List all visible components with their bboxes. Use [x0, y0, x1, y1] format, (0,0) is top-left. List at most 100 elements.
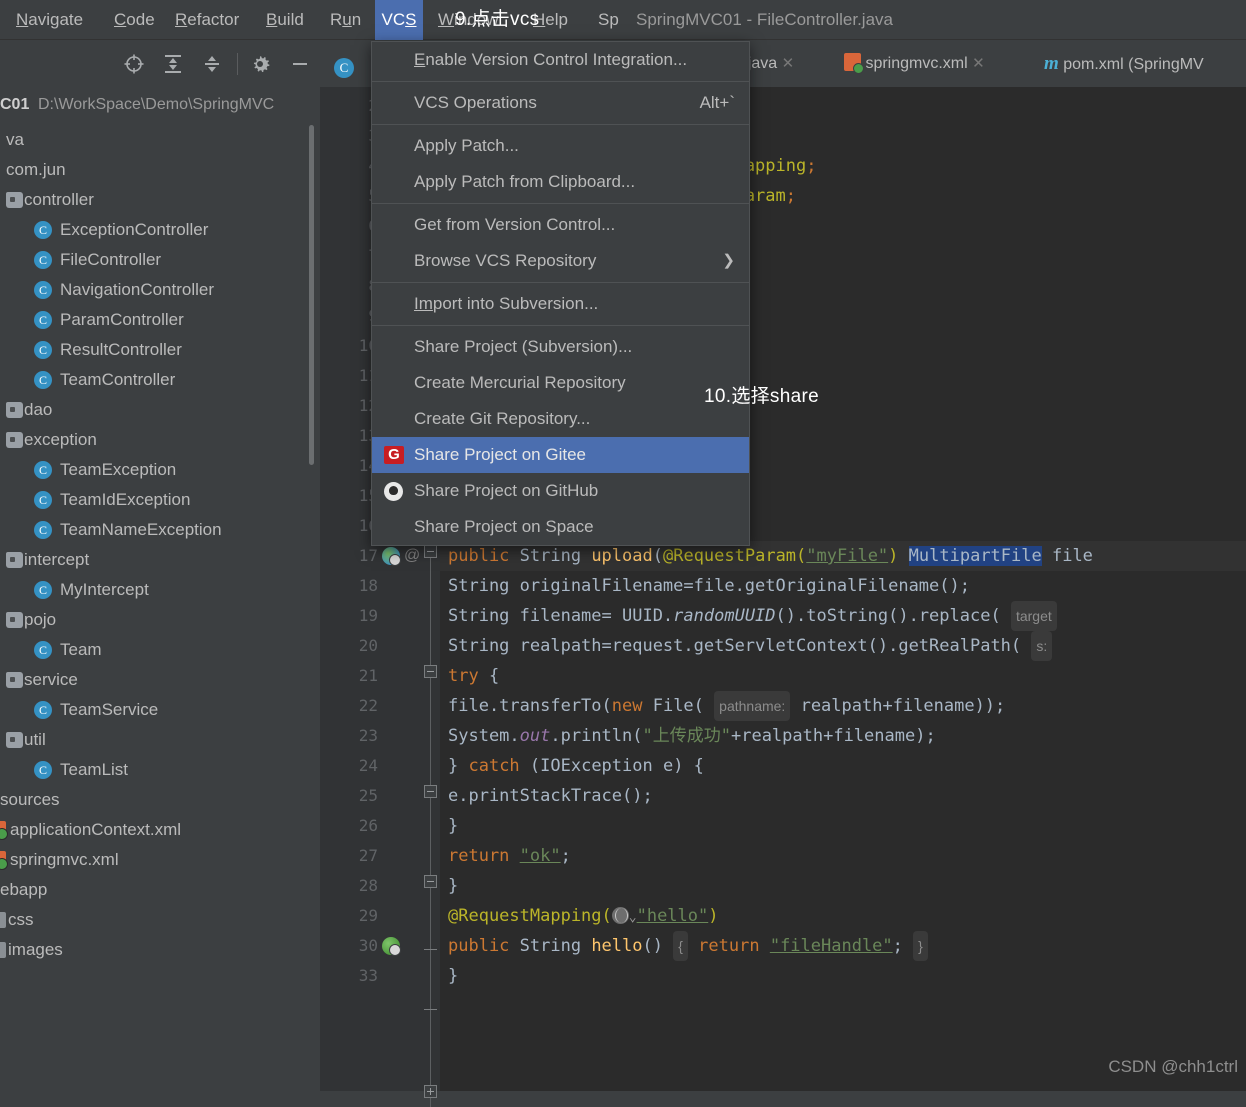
tree-item[interactable]: springmvc.xml	[0, 845, 320, 875]
tree-item[interactable]: CTeam	[0, 635, 320, 665]
vcs-menu-item[interactable]: Share Project (Subversion)...	[372, 329, 749, 365]
tree-item[interactable]: ebapp	[0, 875, 320, 905]
fold-toggle[interactable]	[424, 875, 437, 888]
minimize-icon[interactable]	[288, 52, 312, 76]
code-line[interactable]: String filename= UUID.randomUUID().toStr…	[440, 601, 1057, 631]
tree-item-label: FileController	[60, 245, 161, 275]
tree-item-label: sources	[0, 785, 60, 815]
chevron-down-icon[interactable]: ⌄	[629, 910, 637, 925]
collapse-all-icon[interactable]	[200, 52, 224, 76]
gear-icon[interactable]	[248, 52, 272, 76]
editor-tab-2[interactable]: springmvc.xml ✕	[844, 41, 985, 87]
tree-item[interactable]: applicationContext.xml	[0, 815, 320, 845]
code-line[interactable]: } catch (IOException e) {	[440, 751, 704, 781]
vcs-menu-item[interactable]: Browse VCS Repository❯	[372, 243, 749, 279]
java-class-icon: C	[34, 701, 52, 719]
fold-toggle[interactable]	[424, 785, 437, 798]
vcs-menu-item-label: Share Project on Space	[414, 517, 594, 536]
menu-item-build[interactable]: Build	[256, 0, 314, 40]
vcs-menu-item[interactable]: Create Mercurial Repository	[372, 365, 749, 401]
menu-item-navigate[interactable]: Navigate	[6, 0, 93, 40]
tree-item-label: ResultController	[60, 335, 182, 365]
code-line[interactable]: file.transferTo(new File( pathname: real…	[440, 691, 1005, 721]
tree-item[interactable]: CTeamList	[0, 755, 320, 785]
tree-item[interactable]: CFileController	[0, 245, 320, 275]
fold-end[interactable]	[424, 1009, 437, 1016]
tree-item-label: applicationContext.xml	[10, 815, 181, 845]
chevron-right-icon: ❯	[722, 243, 735, 279]
vcs-menu-item[interactable]: Apply Patch from Clipboard...	[372, 164, 749, 200]
fold-toggle-expand[interactable]	[424, 1085, 437, 1098]
tree-scrollbar[interactable]	[309, 125, 314, 465]
vcs-dropdown-menu[interactable]: Enable Version Control Integration... VCS…	[371, 41, 750, 546]
tree-item-label: Team	[60, 635, 102, 665]
vcs-menu-item[interactable]: Create Git Repository...	[372, 401, 749, 437]
tree-item[interactable]: CResultController	[0, 335, 320, 365]
line-number: 22	[332, 691, 378, 721]
vcs-menu-item-label: Import into Subversion...	[414, 294, 598, 313]
vcs-menu-item[interactable]: GShare Project on Gitee	[372, 437, 749, 473]
vcs-menu-item[interactable]: Share Project on GitHub	[372, 473, 749, 509]
tree-item[interactable]: va	[0, 125, 320, 155]
tree-item[interactable]: images	[0, 935, 320, 965]
code-line[interactable]: System.out.println("上传成功"+realpath+filen…	[440, 721, 936, 751]
locate-target-icon[interactable]	[122, 52, 146, 76]
folded-brace[interactable]: }	[913, 931, 928, 961]
vcs-menu-item[interactable]: Apply Patch...	[372, 128, 749, 164]
tree-item[interactable]: service	[0, 665, 320, 695]
editor-tab-3[interactable]: m pom.xml (SpringMV	[1044, 41, 1204, 87]
tree-item[interactable]: CMyIntercept	[0, 575, 320, 605]
fold-toggle[interactable]	[424, 545, 437, 558]
fold-end[interactable]	[424, 949, 437, 956]
vcs-menu-item[interactable]: Get from Version Control...	[372, 207, 749, 243]
tree-item[interactable]: com.jun	[0, 155, 320, 185]
menu-item-refactor[interactable]: Refactor	[165, 0, 249, 40]
code-line[interactable]: e.printStackTrace();	[440, 781, 653, 811]
tree-item[interactable]: intercept	[0, 545, 320, 575]
tree-item[interactable]: CNavigationController	[0, 275, 320, 305]
tree-item[interactable]: controller	[0, 185, 320, 215]
tree-item[interactable]: sources	[0, 785, 320, 815]
vcs-menu-item[interactable]: Import into Subversion...	[372, 286, 749, 322]
folded-brace[interactable]: {	[673, 931, 688, 961]
project-tree[interactable]: vacom.juncontrollerCExceptionControllerC…	[0, 125, 320, 1091]
tree-item[interactable]: CTeamException	[0, 455, 320, 485]
tree-item[interactable]: CTeamNameException	[0, 515, 320, 545]
tree-item[interactable]: exception	[0, 425, 320, 455]
web-reference-icon[interactable]	[612, 907, 629, 924]
menu-item-vcs[interactable]: VCS	[375, 0, 423, 40]
code-line[interactable]: }	[440, 871, 458, 901]
tree-item[interactable]: CTeamController	[0, 365, 320, 395]
vcs-menu-item[interactable]: Share Project on Space	[372, 509, 749, 545]
tree-item[interactable]: CTeamIdException	[0, 485, 320, 515]
tree-item[interactable]: CExceptionController	[0, 215, 320, 245]
menu-item-sp[interactable]: Sp	[588, 0, 629, 40]
code-line[interactable]: public String hello() { return "fileHand…	[440, 931, 928, 961]
code-line[interactable]: String originalFilename=file.getOriginal…	[440, 571, 970, 601]
code-line[interactable]: }	[440, 961, 458, 991]
close-icon[interactable]: ✕	[782, 55, 795, 72]
fold-toggle[interactable]	[424, 665, 437, 678]
tree-item[interactable]: CTeamService	[0, 695, 320, 725]
code-line[interactable]: String realpath=request.getServletContex…	[440, 631, 1052, 661]
tree-item[interactable]: css	[0, 905, 320, 935]
tree-item[interactable]: dao	[0, 395, 320, 425]
tree-item[interactable]: util	[0, 725, 320, 755]
editor-tab-0[interactable]: C	[334, 41, 354, 87]
tree-item[interactable]: CParamController	[0, 305, 320, 335]
code-line[interactable]: return "ok";	[440, 841, 571, 871]
close-icon[interactable]: ✕	[972, 55, 985, 72]
tree-item[interactable]: pojo	[0, 605, 320, 635]
vcs-menu-item[interactable]: Enable Version Control Integration...	[372, 42, 749, 78]
menu-item-code[interactable]: Code	[104, 0, 165, 40]
code-line[interactable]: try {	[440, 661, 499, 691]
code-line[interactable]: }	[440, 811, 458, 841]
param-hint: s:	[1031, 631, 1052, 661]
vcs-menu-item[interactable]: VCS OperationsAlt+`	[372, 85, 749, 121]
tree-item-label: TeamIdException	[60, 485, 190, 515]
run-gutter-icon[interactable]	[382, 547, 400, 565]
code-line[interactable]: @RequestMapping(⌄"hello")	[440, 901, 719, 931]
expand-all-icon[interactable]	[161, 52, 185, 76]
run-gutter-icon[interactable]	[382, 937, 400, 955]
menu-item-run[interactable]: Run	[320, 0, 371, 40]
